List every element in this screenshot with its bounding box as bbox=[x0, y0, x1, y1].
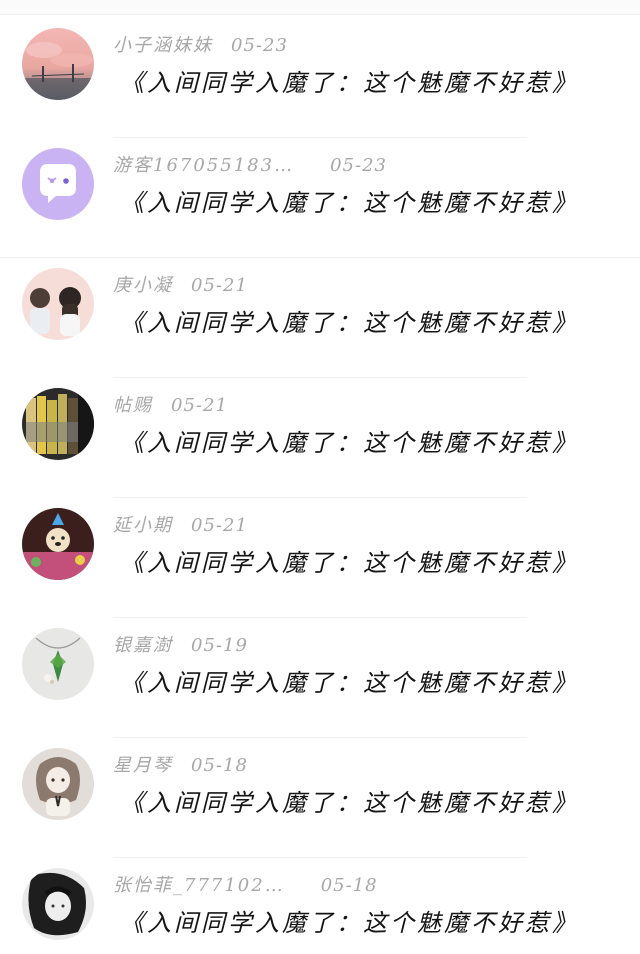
username[interactable]: 游客167055183… bbox=[113, 153, 294, 179]
comment-meta: 帖赐 05-21 bbox=[113, 393, 228, 419]
sunset-sky-avatar-icon[interactable] bbox=[22, 28, 94, 100]
comment-item: 小子涵妹妹 05-23 《入间同学入魔了：这个魅魔不好惹》 bbox=[0, 18, 640, 138]
username[interactable]: 庚小凝 bbox=[113, 273, 173, 299]
comment-item: 游客167055183… 05-23 《入间同学入魔了：这个魅魔不好惹》 bbox=[0, 138, 640, 258]
chat-bubble-avatar-icon[interactable] bbox=[22, 148, 94, 220]
comment-date: 05-18 bbox=[191, 755, 248, 776]
comment-meta: 星月琴 05-18 bbox=[113, 753, 248, 779]
books-avatar-icon[interactable] bbox=[22, 388, 94, 460]
comment-item: 帖赐 05-21 《入间同学入魔了：这个魅魔不好惹》 bbox=[0, 378, 640, 498]
comment-text: 《入间同学入魔了：这个魅魔不好惹》 bbox=[120, 189, 579, 217]
username[interactable]: 星月琴 bbox=[113, 753, 173, 779]
username[interactable]: 延小期 bbox=[113, 513, 173, 539]
top-separator bbox=[0, 0, 640, 15]
comment-list: 小子涵妹妹 05-23 《入间同学入魔了：这个魅魔不好惹》 游客167055183… bbox=[0, 18, 640, 954]
comment-meta: 延小期 05-21 bbox=[113, 513, 248, 539]
anime-girl-avatar-icon[interactable] bbox=[22, 748, 94, 820]
username[interactable]: 小子涵妹妹 bbox=[113, 33, 213, 59]
username[interactable]: 张怡菲_777102… bbox=[113, 873, 285, 899]
couple-avatar-icon[interactable] bbox=[22, 268, 94, 340]
username[interactable]: 银嘉澍 bbox=[113, 633, 173, 659]
dog-party-avatar-icon[interactable] bbox=[22, 508, 94, 580]
comment-item: 延小期 05-21 《入间同学入魔了：这个魅魔不好惹》 bbox=[0, 498, 640, 618]
comment-date: 05-18 bbox=[320, 875, 378, 896]
comment-item: 庚小凝 05-21 《入间同学入魔了：这个魅魔不好惹》 bbox=[0, 258, 640, 378]
comment-text: 《入间同学入魔了：这个魅魔不好惹》 bbox=[120, 789, 579, 817]
comment-meta: 游客167055183… 05-23 bbox=[113, 153, 387, 179]
comment-meta: 银嘉澍 05-19 bbox=[113, 633, 248, 659]
comment-date: 05-21 bbox=[171, 395, 228, 416]
comment-text: 《入间同学入魔了：这个魅魔不好惹》 bbox=[120, 549, 579, 577]
comment-text: 《入间同学入魔了：这个魅魔不好惹》 bbox=[120, 309, 579, 337]
comment-item: 张怡菲_777102… 05-18 《入间同学入魔了：这个魅魔不好惹》 bbox=[0, 858, 640, 954]
comment-meta: 庚小凝 05-21 bbox=[113, 273, 248, 299]
comment-meta: 小子涵妹妹 05-23 bbox=[113, 33, 288, 59]
comment-text: 《入间同学入魔了：这个魅魔不好惹》 bbox=[120, 909, 579, 937]
comment-date: 05-21 bbox=[191, 515, 248, 536]
necklace-avatar-icon[interactable] bbox=[22, 628, 94, 700]
comment-text: 《入间同学入魔了：这个魅魔不好惹》 bbox=[120, 669, 579, 697]
comment-date: 05-19 bbox=[191, 635, 248, 656]
comment-date: 05-21 bbox=[191, 275, 248, 296]
portrait-bw-avatar-icon[interactable] bbox=[22, 868, 94, 940]
comment-date: 05-23 bbox=[231, 35, 288, 56]
comment-item: 银嘉澍 05-19 《入间同学入魔了：这个魅魔不好惹》 bbox=[0, 618, 640, 738]
comment-feed-page: 小子涵妹妹 05-23 《入间同学入魔了：这个魅魔不好惹》 游客167055183… bbox=[0, 0, 640, 954]
comment-date: 05-23 bbox=[330, 155, 387, 176]
username[interactable]: 帖赐 bbox=[113, 393, 153, 419]
comment-meta: 张怡菲_777102… 05-18 bbox=[113, 873, 378, 899]
comment-text: 《入间同学入魔了：这个魅魔不好惹》 bbox=[120, 429, 579, 457]
comment-text: 《入间同学入魔了：这个魅魔不好惹》 bbox=[120, 69, 579, 97]
comment-item: 星月琴 05-18 《入间同学入魔了：这个魅魔不好惹》 bbox=[0, 738, 640, 858]
